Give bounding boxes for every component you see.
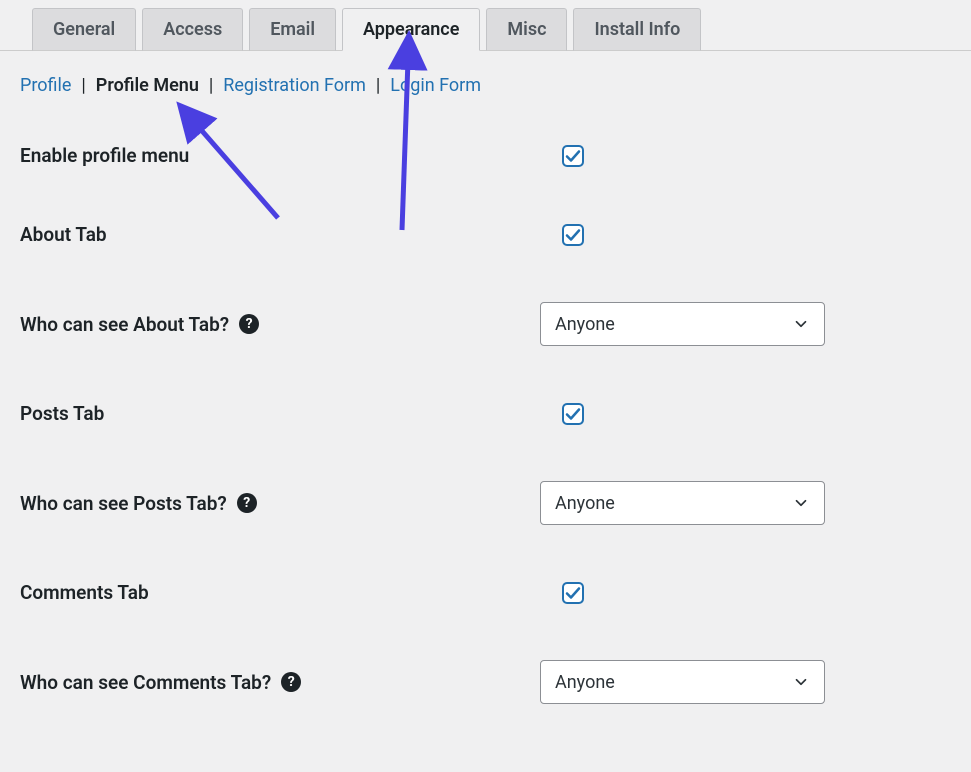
chevron-down-icon — [792, 673, 810, 691]
tab-misc[interactable]: Misc — [486, 8, 567, 51]
label-enable-profile-menu: Enable profile menu — [20, 144, 540, 167]
checkbox-posts-tab[interactable] — [562, 403, 584, 425]
tab-access[interactable]: Access — [142, 8, 243, 51]
settings-form: Enable profile menu About Tab Who can se… — [0, 106, 971, 732]
select-value: Anyone — [555, 314, 615, 335]
checkbox-comments-tab[interactable] — [562, 582, 584, 604]
subnav-registration-form[interactable]: Registration Form — [223, 75, 366, 96]
check-icon — [565, 585, 581, 601]
tab-email[interactable]: Email — [249, 8, 336, 51]
chevron-down-icon — [792, 494, 810, 512]
tab-appearance[interactable]: Appearance — [342, 8, 480, 51]
row-comments-tab-visibility: Who can see Comments Tab? ? Anyone — [20, 632, 951, 732]
select-value: Anyone — [555, 493, 615, 514]
checkbox-about-tab[interactable] — [562, 224, 584, 246]
label-about-tab: About Tab — [20, 223, 540, 246]
row-posts-tab-visibility: Who can see Posts Tab? ? Anyone — [20, 453, 951, 553]
help-icon[interactable]: ? — [237, 493, 257, 513]
check-icon — [565, 148, 581, 164]
help-icon[interactable]: ? — [281, 672, 301, 692]
row-about-tab: About Tab — [20, 195, 951, 274]
select-comments-tab-visibility[interactable]: Anyone — [540, 660, 825, 704]
row-posts-tab: Posts Tab — [20, 374, 951, 453]
chevron-down-icon — [792, 315, 810, 333]
select-about-tab-visibility[interactable]: Anyone — [540, 302, 825, 346]
subnav-profile[interactable]: Profile — [20, 75, 71, 96]
label-posts-tab: Posts Tab — [20, 402, 540, 425]
help-icon[interactable]: ? — [239, 314, 259, 334]
subnav-profile-menu[interactable]: Profile Menu — [96, 75, 199, 96]
main-tabs: General Access Email Appearance Misc Ins… — [0, 0, 971, 51]
label-about-tab-visibility: Who can see About Tab? ? — [20, 313, 540, 336]
check-icon — [565, 227, 581, 243]
label-comments-tab-visibility: Who can see Comments Tab? ? — [20, 671, 540, 694]
row-enable-profile-menu: Enable profile menu — [20, 116, 951, 195]
select-posts-tab-visibility[interactable]: Anyone — [540, 481, 825, 525]
row-about-tab-visibility: Who can see About Tab? ? Anyone — [20, 274, 951, 374]
check-icon — [565, 406, 581, 422]
subnav: Profile | Profile Menu | Registration Fo… — [0, 51, 971, 106]
select-value: Anyone — [555, 672, 615, 693]
separator: | — [376, 75, 380, 96]
separator: | — [81, 75, 85, 96]
checkbox-enable-profile-menu[interactable] — [562, 145, 584, 167]
tab-install-info[interactable]: Install Info — [573, 8, 701, 51]
label-posts-tab-visibility: Who can see Posts Tab? ? — [20, 492, 540, 515]
label-comments-tab: Comments Tab — [20, 581, 540, 604]
row-comments-tab: Comments Tab — [20, 553, 951, 632]
tab-general[interactable]: General — [32, 8, 136, 51]
subnav-login-form[interactable]: Login Form — [390, 75, 481, 96]
separator: | — [209, 75, 213, 96]
